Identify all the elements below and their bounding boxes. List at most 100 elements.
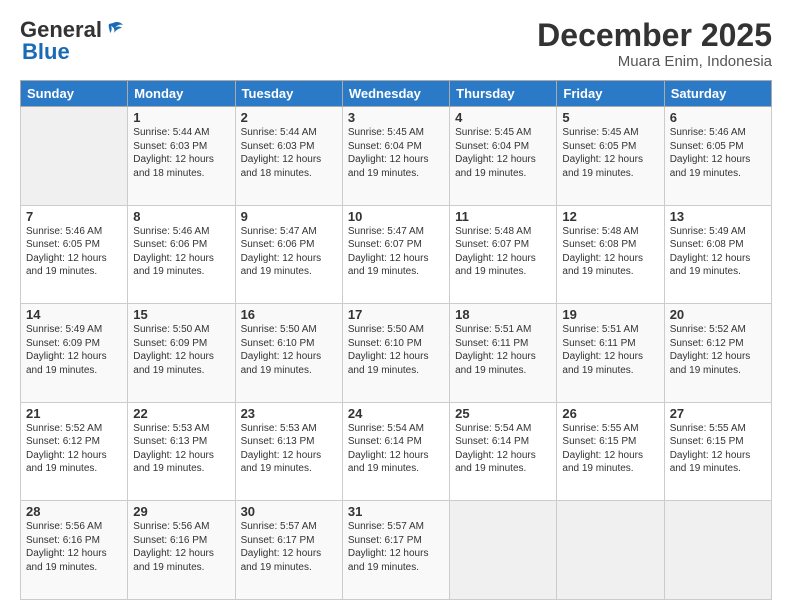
- calendar-cell: 22Sunrise: 5:53 AMSunset: 6:13 PMDayligh…: [128, 402, 235, 501]
- cell-day-number: 22: [133, 406, 229, 421]
- calendar-cell: 18Sunrise: 5:51 AMSunset: 6:11 PMDayligh…: [450, 304, 557, 403]
- calendar-cell: 5Sunrise: 5:45 AMSunset: 6:05 PMDaylight…: [557, 107, 664, 206]
- cell-day-number: 6: [670, 110, 766, 125]
- calendar-week-row: 28Sunrise: 5:56 AMSunset: 6:16 PMDayligh…: [21, 501, 772, 600]
- calendar-cell: 13Sunrise: 5:49 AMSunset: 6:08 PMDayligh…: [664, 205, 771, 304]
- cell-day-number: 12: [562, 209, 658, 224]
- calendar-cell: 21Sunrise: 5:52 AMSunset: 6:12 PMDayligh…: [21, 402, 128, 501]
- cell-info: Sunrise: 5:49 AMSunset: 6:09 PMDaylight:…: [26, 323, 122, 377]
- cell-info: Sunrise: 5:49 AMSunset: 6:08 PMDaylight:…: [670, 225, 766, 279]
- cell-info: Sunrise: 5:45 AMSunset: 6:05 PMDaylight:…: [562, 126, 658, 180]
- cell-info: Sunrise: 5:50 AMSunset: 6:10 PMDaylight:…: [348, 323, 444, 377]
- cell-day-number: 13: [670, 209, 766, 224]
- cell-day-number: 18: [455, 307, 551, 322]
- calendar-header-saturday: Saturday: [664, 81, 771, 107]
- calendar-cell: 23Sunrise: 5:53 AMSunset: 6:13 PMDayligh…: [235, 402, 342, 501]
- calendar-header-tuesday: Tuesday: [235, 81, 342, 107]
- cell-info: Sunrise: 5:46 AMSunset: 6:05 PMDaylight:…: [670, 126, 766, 180]
- cell-day-number: 25: [455, 406, 551, 421]
- calendar-cell: 17Sunrise: 5:50 AMSunset: 6:10 PMDayligh…: [342, 304, 449, 403]
- cell-day-number: 26: [562, 406, 658, 421]
- calendar-week-row: 21Sunrise: 5:52 AMSunset: 6:12 PMDayligh…: [21, 402, 772, 501]
- cell-day-number: 3: [348, 110, 444, 125]
- cell-day-number: 30: [241, 504, 337, 519]
- cell-info: Sunrise: 5:55 AMSunset: 6:15 PMDaylight:…: [562, 422, 658, 476]
- cell-info: Sunrise: 5:56 AMSunset: 6:16 PMDaylight:…: [26, 520, 122, 574]
- cell-day-number: 4: [455, 110, 551, 125]
- cell-day-number: 29: [133, 504, 229, 519]
- calendar-cell: 19Sunrise: 5:51 AMSunset: 6:11 PMDayligh…: [557, 304, 664, 403]
- cell-day-number: 21: [26, 406, 122, 421]
- cell-day-number: 28: [26, 504, 122, 519]
- calendar-cell: 4Sunrise: 5:45 AMSunset: 6:04 PMDaylight…: [450, 107, 557, 206]
- calendar-header-row: SundayMondayTuesdayWednesdayThursdayFrid…: [21, 81, 772, 107]
- cell-info: Sunrise: 5:44 AMSunset: 6:03 PMDaylight:…: [241, 126, 337, 180]
- cell-day-number: 11: [455, 209, 551, 224]
- cell-day-number: 16: [241, 307, 337, 322]
- calendar-cell: 2Sunrise: 5:44 AMSunset: 6:03 PMDaylight…: [235, 107, 342, 206]
- calendar-cell: 28Sunrise: 5:56 AMSunset: 6:16 PMDayligh…: [21, 501, 128, 600]
- calendar-week-row: 1Sunrise: 5:44 AMSunset: 6:03 PMDaylight…: [21, 107, 772, 206]
- calendar-header-friday: Friday: [557, 81, 664, 107]
- cell-info: Sunrise: 5:50 AMSunset: 6:10 PMDaylight:…: [241, 323, 337, 377]
- calendar-cell: 9Sunrise: 5:47 AMSunset: 6:06 PMDaylight…: [235, 205, 342, 304]
- cell-info: Sunrise: 5:53 AMSunset: 6:13 PMDaylight:…: [133, 422, 229, 476]
- cell-info: Sunrise: 5:45 AMSunset: 6:04 PMDaylight:…: [348, 126, 444, 180]
- logo: General Blue: [20, 18, 125, 64]
- calendar-cell: 12Sunrise: 5:48 AMSunset: 6:08 PMDayligh…: [557, 205, 664, 304]
- title-block: December 2025 Muara Enim, Indonesia: [537, 18, 772, 70]
- cell-info: Sunrise: 5:50 AMSunset: 6:09 PMDaylight:…: [133, 323, 229, 377]
- calendar-cell: 3Sunrise: 5:45 AMSunset: 6:04 PMDaylight…: [342, 107, 449, 206]
- calendar-header-monday: Monday: [128, 81, 235, 107]
- cell-info: Sunrise: 5:54 AMSunset: 6:14 PMDaylight:…: [348, 422, 444, 476]
- calendar-week-row: 7Sunrise: 5:46 AMSunset: 6:05 PMDaylight…: [21, 205, 772, 304]
- calendar-cell: 15Sunrise: 5:50 AMSunset: 6:09 PMDayligh…: [128, 304, 235, 403]
- calendar-table: SundayMondayTuesdayWednesdayThursdayFrid…: [20, 80, 772, 600]
- calendar-cell: 27Sunrise: 5:55 AMSunset: 6:15 PMDayligh…: [664, 402, 771, 501]
- cell-info: Sunrise: 5:55 AMSunset: 6:15 PMDaylight:…: [670, 422, 766, 476]
- calendar-cell: 1Sunrise: 5:44 AMSunset: 6:03 PMDaylight…: [128, 107, 235, 206]
- calendar-cell: 11Sunrise: 5:48 AMSunset: 6:07 PMDayligh…: [450, 205, 557, 304]
- cell-info: Sunrise: 5:48 AMSunset: 6:08 PMDaylight:…: [562, 225, 658, 279]
- header: General Blue December 2025 Muara Enim, I…: [20, 18, 772, 70]
- cell-day-number: 27: [670, 406, 766, 421]
- calendar-header-sunday: Sunday: [21, 81, 128, 107]
- calendar-cell: 8Sunrise: 5:46 AMSunset: 6:06 PMDaylight…: [128, 205, 235, 304]
- cell-info: Sunrise: 5:46 AMSunset: 6:05 PMDaylight:…: [26, 225, 122, 279]
- cell-day-number: 9: [241, 209, 337, 224]
- cell-day-number: 31: [348, 504, 444, 519]
- calendar-cell: 16Sunrise: 5:50 AMSunset: 6:10 PMDayligh…: [235, 304, 342, 403]
- calendar-cell: 29Sunrise: 5:56 AMSunset: 6:16 PMDayligh…: [128, 501, 235, 600]
- cell-info: Sunrise: 5:53 AMSunset: 6:13 PMDaylight:…: [241, 422, 337, 476]
- logo-blue-text: Blue: [22, 40, 70, 64]
- cell-info: Sunrise: 5:47 AMSunset: 6:06 PMDaylight:…: [241, 225, 337, 279]
- cell-info: Sunrise: 5:52 AMSunset: 6:12 PMDaylight:…: [670, 323, 766, 377]
- cell-day-number: 24: [348, 406, 444, 421]
- calendar-cell: 24Sunrise: 5:54 AMSunset: 6:14 PMDayligh…: [342, 402, 449, 501]
- cell-info: Sunrise: 5:51 AMSunset: 6:11 PMDaylight:…: [562, 323, 658, 377]
- calendar-week-row: 14Sunrise: 5:49 AMSunset: 6:09 PMDayligh…: [21, 304, 772, 403]
- cell-info: Sunrise: 5:46 AMSunset: 6:06 PMDaylight:…: [133, 225, 229, 279]
- calendar-cell: 31Sunrise: 5:57 AMSunset: 6:17 PMDayligh…: [342, 501, 449, 600]
- calendar-cell: 14Sunrise: 5:49 AMSunset: 6:09 PMDayligh…: [21, 304, 128, 403]
- calendar-cell: [450, 501, 557, 600]
- calendar-header-thursday: Thursday: [450, 81, 557, 107]
- cell-info: Sunrise: 5:48 AMSunset: 6:07 PMDaylight:…: [455, 225, 551, 279]
- cell-day-number: 7: [26, 209, 122, 224]
- calendar-cell: [21, 107, 128, 206]
- cell-info: Sunrise: 5:56 AMSunset: 6:16 PMDaylight:…: [133, 520, 229, 574]
- cell-info: Sunrise: 5:54 AMSunset: 6:14 PMDaylight:…: [455, 422, 551, 476]
- cell-day-number: 23: [241, 406, 337, 421]
- cell-day-number: 15: [133, 307, 229, 322]
- cell-info: Sunrise: 5:47 AMSunset: 6:07 PMDaylight:…: [348, 225, 444, 279]
- cell-day-number: 19: [562, 307, 658, 322]
- page-subtitle: Muara Enim, Indonesia: [537, 53, 772, 70]
- calendar-cell: [664, 501, 771, 600]
- calendar-cell: 30Sunrise: 5:57 AMSunset: 6:17 PMDayligh…: [235, 501, 342, 600]
- calendar-cell: 10Sunrise: 5:47 AMSunset: 6:07 PMDayligh…: [342, 205, 449, 304]
- calendar-header-wednesday: Wednesday: [342, 81, 449, 107]
- calendar-cell: 25Sunrise: 5:54 AMSunset: 6:14 PMDayligh…: [450, 402, 557, 501]
- cell-day-number: 17: [348, 307, 444, 322]
- page: General Blue December 2025 Muara Enim, I…: [0, 0, 792, 612]
- calendar-cell: 20Sunrise: 5:52 AMSunset: 6:12 PMDayligh…: [664, 304, 771, 403]
